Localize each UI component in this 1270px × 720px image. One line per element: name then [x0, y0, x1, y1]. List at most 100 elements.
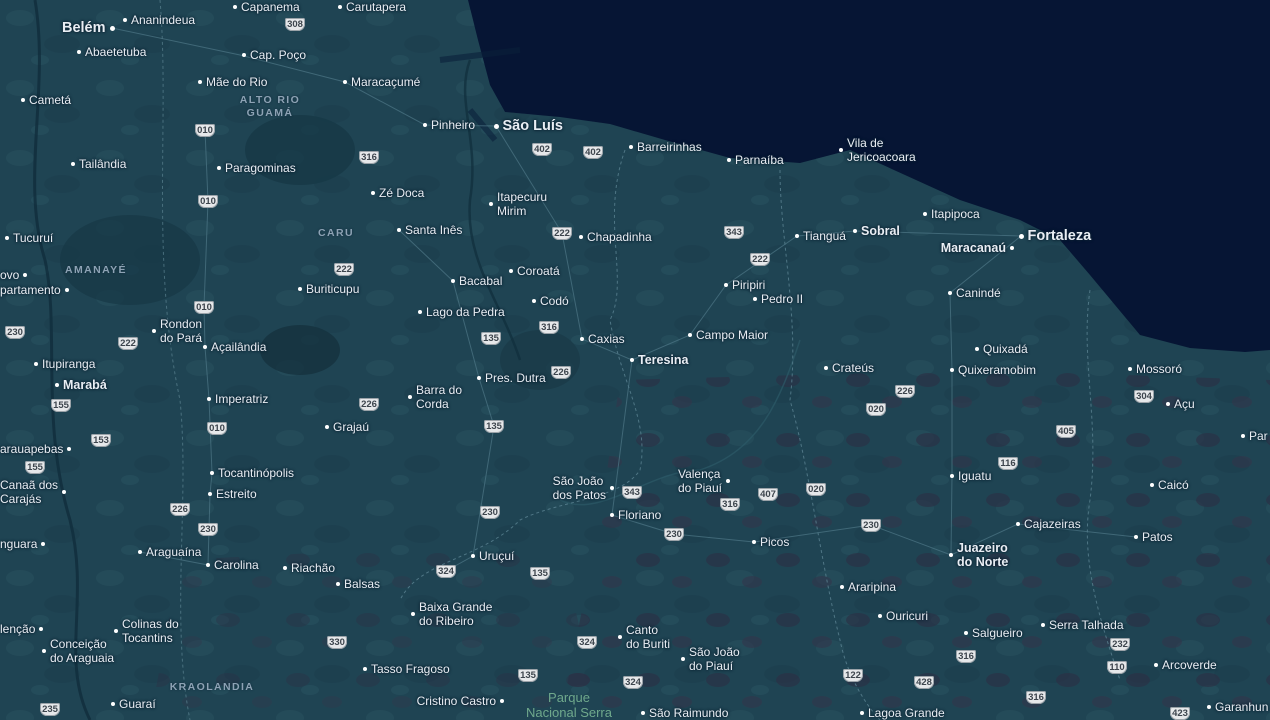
place-label[interactable]: Capanema: [233, 0, 300, 14]
place-label[interactable]: Riachão: [283, 561, 335, 575]
place-label[interactable]: São João dos Patos: [553, 474, 614, 502]
place-label[interactable]: Rondon do Pará: [152, 317, 202, 345]
place-label[interactable]: Canto do Buriti: [618, 623, 670, 651]
place-label[interactable]: Sobral: [853, 224, 900, 238]
place-label[interactable]: Barra do Corda: [408, 383, 462, 411]
place-name: Floriano: [618, 508, 662, 522]
place-label[interactable]: Salgueiro: [964, 626, 1023, 640]
road-shield-icon: 405: [1056, 425, 1076, 438]
place-label[interactable]: lenção: [0, 622, 44, 636]
place-label[interactable]: Parnaíba: [727, 153, 784, 167]
place-label[interactable]: Piripiri: [724, 278, 765, 292]
place-marker-icon: [950, 474, 954, 478]
place-label[interactable]: Araguaína: [138, 545, 201, 559]
place-label[interactable]: Ananindeua: [123, 13, 195, 27]
road-shield-icon: 232: [1110, 638, 1130, 651]
place-label[interactable]: Picos: [752, 535, 789, 549]
place-label[interactable]: Pres. Dutra: [477, 371, 546, 385]
place-label[interactable]: Conceição do Araguaia: [42, 637, 114, 665]
place-label[interactable]: Carutapera: [338, 0, 406, 14]
place-label[interactable]: nguara: [0, 537, 46, 551]
place-name: Picos: [760, 535, 790, 549]
place-name: Baixa Grande do Ribeiro: [419, 600, 493, 628]
place-label[interactable]: Cajazeiras: [1016, 517, 1081, 531]
place-label[interactable]: Tocantinópolis: [210, 466, 294, 480]
place-label[interactable]: Marabá: [55, 378, 107, 392]
place-marker-icon: [21, 98, 25, 102]
place-label[interactable]: Quixadá: [975, 342, 1028, 356]
place-label[interactable]: Lagoa Grande: [860, 706, 945, 720]
place-label[interactable]: Patos: [1134, 530, 1173, 544]
place-label[interactable]: Vila de Jericoacoara: [839, 136, 916, 164]
place-label[interactable]: Juazeiro do Norte: [949, 541, 1008, 569]
place-label[interactable]: Cap. Poço: [242, 48, 306, 62]
place-label[interactable]: Santa Inês: [397, 223, 462, 237]
place-label[interactable]: Maracanaú: [941, 241, 1014, 255]
place-label[interactable]: Mossoró: [1128, 362, 1182, 376]
place-label[interactable]: Caicó: [1150, 478, 1189, 492]
place-label[interactable]: Pinheiro: [423, 118, 475, 132]
place-label[interactable]: Grajaú: [325, 420, 369, 434]
place-label[interactable]: Tasso Fragoso: [363, 662, 450, 676]
place-label[interactable]: Coroatá: [509, 264, 560, 278]
place-label[interactable]: Valença do Piauí: [678, 467, 730, 495]
place-label[interactable]: São Luís: [493, 118, 563, 135]
place-label[interactable]: Iguatu: [950, 469, 991, 483]
place-label[interactable]: Guaraí: [111, 697, 156, 711]
place-label[interactable]: Tianguá: [795, 229, 846, 243]
place-label[interactable]: Araripina: [840, 580, 896, 594]
place-label[interactable]: Chapadinha: [579, 230, 652, 244]
place-label[interactable]: Paragominas: [217, 161, 296, 175]
place-label[interactable]: Bacabal: [451, 274, 502, 288]
place-label[interactable]: Par: [1241, 429, 1268, 443]
place-label[interactable]: Cristino Castro: [417, 694, 504, 708]
place-name: Cristino Castro: [416, 694, 496, 708]
place-label[interactable]: Buriticupu: [298, 282, 359, 296]
place-label[interactable]: Ouricuri: [878, 609, 928, 623]
place-label[interactable]: São Raimundo: [641, 706, 728, 720]
place-label[interactable]: Carolina: [206, 558, 259, 572]
place-label[interactable]: Uruçuí: [471, 549, 514, 563]
place-label[interactable]: Itapecuru Mirim: [489, 190, 547, 218]
place-label[interactable]: Lago da Pedra: [418, 305, 505, 319]
place-label[interactable]: Baixa Grande do Ribeiro: [411, 600, 492, 628]
place-label[interactable]: Zé Doca: [371, 186, 424, 200]
road-shield-icon: 010: [207, 422, 227, 435]
place-label[interactable]: Barreirinhas: [629, 140, 702, 154]
place-label[interactable]: Serra Talhada: [1041, 618, 1124, 632]
place-marker-icon: [111, 702, 115, 706]
place-label[interactable]: Cametá: [21, 93, 71, 107]
place-label[interactable]: Arcoverde: [1154, 658, 1217, 672]
place-label[interactable]: Crateús: [824, 361, 874, 375]
place-label[interactable]: Floriano: [610, 508, 661, 522]
place-label[interactable]: Canindé: [948, 286, 1001, 300]
place-label[interactable]: Tailândia: [71, 157, 126, 171]
place-label[interactable]: Tucuruí: [5, 231, 53, 245]
place-label[interactable]: arauapebas: [0, 442, 72, 456]
place-label[interactable]: Campo Maior: [688, 328, 768, 342]
place-label[interactable]: Imperatriz: [207, 392, 268, 406]
place-label[interactable]: Mãe do Rio: [198, 75, 267, 89]
place-label[interactable]: ovo: [0, 268, 28, 282]
place-label[interactable]: Pedro II: [753, 292, 803, 306]
place-label[interactable]: Açu: [1166, 397, 1195, 411]
place-label[interactable]: Maracaçumé: [343, 75, 420, 89]
place-label[interactable]: Garanhun: [1207, 700, 1268, 714]
place-label[interactable]: partamento: [0, 283, 69, 297]
place-label[interactable]: Abaetetuba: [77, 45, 146, 59]
place-label[interactable]: São João do Piauí: [681, 645, 740, 673]
place-label[interactable]: Quixeramobim: [950, 363, 1036, 377]
place-label[interactable]: Belém: [62, 20, 115, 37]
place-label[interactable]: Canaã dos Carajás: [0, 478, 67, 506]
place-label[interactable]: Itupiranga: [34, 357, 95, 371]
place-label[interactable]: Itapipoca: [923, 207, 980, 221]
place-label[interactable]: Caxias: [580, 332, 625, 346]
place-label[interactable]: Codó: [532, 294, 569, 308]
place-label[interactable]: Colinas do Tocantins: [114, 617, 179, 645]
place-label[interactable]: Teresina: [630, 353, 689, 367]
map-viewport[interactable]: 308 010 316 402 402 010 222 343 222 222 010 230 222 3…: [0, 0, 1270, 720]
place-label[interactable]: Açailândia: [203, 340, 266, 354]
place-label[interactable]: Balsas: [336, 577, 380, 591]
place-label[interactable]: Estreito: [208, 487, 257, 501]
place-label[interactable]: Fortaleza: [1018, 228, 1091, 245]
